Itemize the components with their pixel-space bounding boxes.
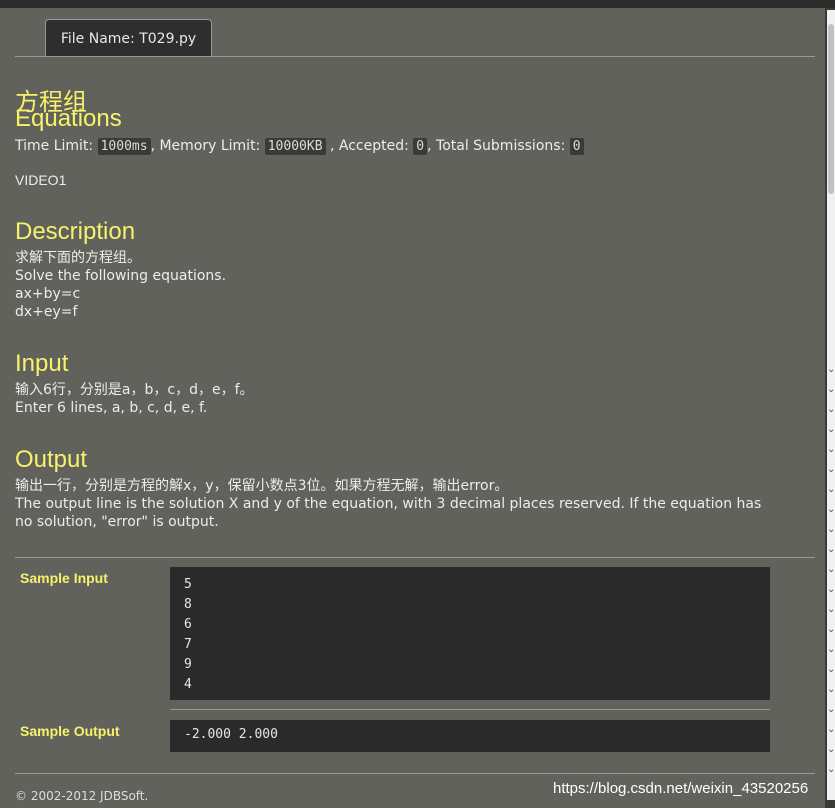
blog-watermark: https://blog.csdn.net/weixin_43520256 (553, 780, 809, 797)
submissions-value: 0 (569, 138, 584, 155)
chevron-down-icon[interactable]: ⌄ (827, 540, 835, 560)
tab-divider (15, 56, 815, 57)
description-heading: Description (15, 218, 136, 245)
output-body: 输出一行，分别是方程的解x，y，保留小数点3位。如果方程无解，输出error。 … (15, 477, 775, 531)
chevron-down-icon[interactable]: ⌄ (827, 640, 835, 660)
output-line-cn: 输出一行，分别是方程的解x，y，保留小数点3位。如果方程无解，输出error。 (15, 478, 509, 494)
problem-source: VIDEO1 (15, 172, 67, 188)
tab-file-name[interactable]: File Name: T029.py (45, 19, 212, 57)
input-line: Enter 6 lines, a, b, c, d, e, f. (15, 400, 208, 416)
scrollbar-thumb[interactable] (828, 24, 834, 194)
sample-input-line: 8 (184, 597, 192, 612)
samples-divider-top (15, 557, 815, 558)
sample-input-line: 7 (184, 637, 192, 652)
accepted-value: 0 (413, 138, 428, 155)
description-body: 求解下面的方程组。 Solve the following equations.… (15, 249, 226, 321)
submissions-label: Total Submissions: (436, 138, 566, 154)
input-body: 输入6行，分别是a，b，c，d，e，f。 Enter 6 lines, a, b… (15, 381, 254, 417)
description-line: Solve the following equations. (15, 268, 227, 284)
input-heading: Input (15, 350, 69, 377)
chevron-down-icon[interactable]: ⌄ (827, 760, 835, 780)
chevron-down-icon[interactable]: ⌄ (827, 600, 835, 620)
sample-output-label: Sample Output (20, 723, 120, 739)
scroll-arrows: ⌄ ⌄ ⌄ ⌄ ⌄ ⌄ ⌄ ⌄ ⌄ ⌄ ⌄ ⌄ ⌄ ⌄ ⌄ ⌄ ⌄ ⌄ ⌄ ⌄ … (827, 360, 835, 780)
page-title-en: Equations (15, 105, 122, 132)
chevron-down-icon[interactable]: ⌄ (827, 460, 835, 480)
limits-bar: Time Limit: 1000ms, Memory Limit: 10000K… (15, 138, 584, 155)
chevron-down-icon[interactable]: ⌄ (827, 440, 835, 460)
chevron-down-icon[interactable]: ⌄ (827, 740, 835, 760)
sample-output-box: -2.000 2.000 (170, 720, 770, 752)
sample-input-label: Sample Input (20, 570, 108, 586)
samples-divider-mid (170, 709, 770, 710)
description-line: dx+ey=f (15, 304, 78, 320)
input-line: 输入6行，分别是a，b，c，d，e，f。 (15, 382, 254, 398)
description-line: 求解下面的方程组。 (15, 250, 141, 266)
memory-limit-value: 10000KB (264, 138, 326, 155)
sample-input-line: 5 (184, 577, 192, 592)
chevron-down-icon[interactable]: ⌄ (827, 580, 835, 600)
time-limit-label: Time Limit: (15, 138, 94, 154)
accepted-label: Accepted: (338, 138, 409, 154)
chevron-down-icon[interactable]: ⌄ (827, 620, 835, 640)
footer-divider (15, 773, 815, 774)
chevron-down-icon[interactable]: ⌄ (827, 720, 835, 740)
file-name-value: T029.py (139, 31, 197, 47)
chevron-down-icon[interactable]: ⌄ (827, 480, 835, 500)
sample-output-value: -2.000 2.000 (184, 727, 278, 742)
output-heading: Output (15, 446, 88, 473)
window-top-band (0, 0, 835, 8)
chevron-down-icon[interactable]: ⌄ (827, 520, 835, 540)
sample-input-line: 4 (184, 677, 192, 692)
sample-input-box: 5 8 6 7 9 4 (170, 567, 770, 700)
chevron-down-icon[interactable]: ⌄ (827, 500, 835, 520)
chevron-down-icon[interactable]: ⌄ (827, 660, 835, 680)
time-limit-value: 1000ms (97, 138, 151, 155)
chevron-down-icon[interactable]: ⌄ (827, 400, 835, 420)
chevron-down-icon[interactable]: ⌄ (827, 360, 835, 380)
output-line-en: The output line is the solution X and y … (15, 496, 762, 530)
memory-limit-label: Memory Limit: (159, 138, 261, 154)
sample-input-line: 6 (184, 617, 192, 632)
chevron-down-icon[interactable]: ⌄ (827, 420, 835, 440)
description-line: ax+by=c (15, 286, 81, 302)
chevron-down-icon[interactable]: ⌄ (827, 560, 835, 580)
chevron-down-icon[interactable]: ⌄ (827, 700, 835, 720)
chevron-down-icon[interactable]: ⌄ (827, 680, 835, 700)
file-name-label: File Name: (60, 31, 135, 47)
sample-input-line: 9 (184, 657, 192, 672)
chevron-down-icon[interactable]: ⌄ (827, 380, 835, 400)
copyright-footer: © 2002-2012 JDBSoft. (15, 789, 149, 803)
